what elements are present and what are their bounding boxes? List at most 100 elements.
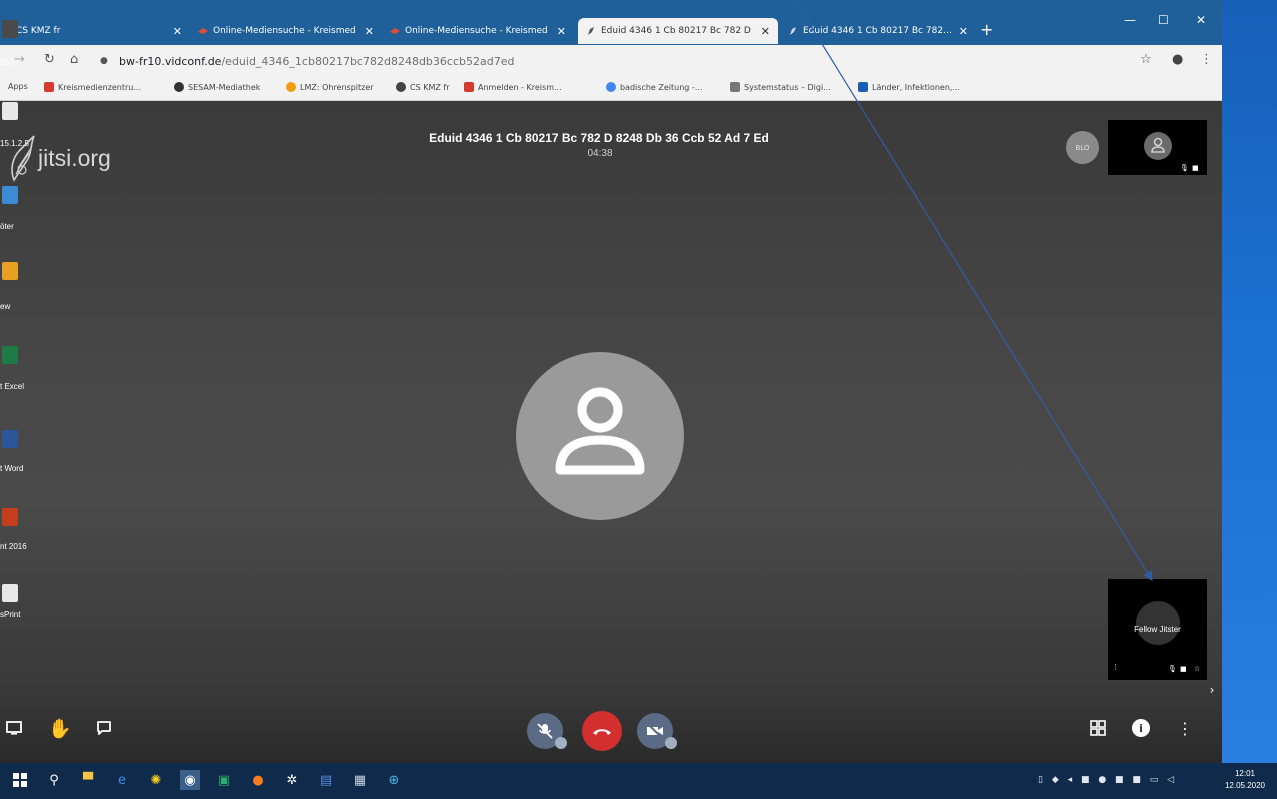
close-icon[interactable]: ✕ <box>173 25 182 38</box>
raise-hand-button[interactable]: ✋ <box>48 716 72 740</box>
more-options-icon[interactable]: ⋮ <box>1177 718 1193 738</box>
camera-settings-icon[interactable] <box>665 737 677 749</box>
bookmark-anmelden[interactable]: Anmelden - Kreism... <box>464 82 562 92</box>
screen: CS KMZ fr ✕ Online-Mediensuche - Kreisme… <box>0 0 1277 799</box>
system-tray[interactable]: ▯ ◆ ◂ ■ ● ■ ■ ▭ ◁ <box>1038 775 1177 785</box>
close-icon[interactable]: ✕ <box>761 25 770 38</box>
info-icon[interactable]: i <box>1132 719 1150 737</box>
star-icon: ☆ <box>1194 665 1201 673</box>
close-icon[interactable]: ✕ <box>365 25 374 38</box>
start-button[interactable] <box>10 770 30 790</box>
file-explorer-icon[interactable]: ▀ <box>78 770 98 790</box>
local-user-avatar[interactable]: BLO <box>1066 131 1099 164</box>
filmstrip-toggle-icon[interactable]: › <box>1206 682 1218 698</box>
bookmark-star-icon[interactable]: ☆ <box>1140 52 1152 67</box>
local-video-thumbnail[interactable]: 🎙︎ ■ <box>1108 120 1207 175</box>
room-title: Eduid 4346 1 Cb 80217 Bc 782 D 8248 Db 3… <box>429 131 769 145</box>
settings-gear-icon[interactable]: ✲ <box>282 770 302 790</box>
jitsi-favicon-icon <box>790 27 796 35</box>
desktop-app-icon <box>2 262 18 280</box>
close-icon[interactable]: ✕ <box>959 25 968 38</box>
tile-view-button[interactable] <box>1088 718 1108 738</box>
screenshare-button[interactable] <box>4 718 24 738</box>
remote-menu-icon[interactable]: ⋮ <box>1112 663 1119 671</box>
bookmark-laender[interactable]: Länder, Infektionen,... <box>858 82 960 92</box>
screenshare-icon <box>6 721 22 735</box>
globe-icon[interactable]: ⊕ <box>384 770 404 790</box>
camera-off-icon: ■ <box>1192 164 1199 172</box>
word-icon <box>2 430 18 448</box>
taskbar-clock[interactable]: 12:01 12.05.2020 <box>1216 768 1274 792</box>
tab-label: Online-Mediensuche - Kreismed <box>213 26 356 36</box>
tile-view-icon <box>1090 720 1106 736</box>
tab-eduid-2[interactable]: Eduid 4346 1 Cb 80217 Bc 782 D ✕ <box>780 18 976 44</box>
search-icon[interactable]: ⚲ <box>44 770 64 790</box>
bookmark-apps[interactable]: Apps <box>8 82 28 91</box>
desktop-background <box>1222 0 1277 763</box>
bookmark-label: Apps <box>8 82 28 91</box>
jitsi-favicon-icon <box>588 27 594 35</box>
call-timer: 04:38 <box>587 148 613 159</box>
bookmark-sesam[interactable]: SESAM-Mediathek <box>174 82 260 92</box>
tab-cs-kmz[interactable]: CS KMZ fr ✕ <box>8 18 190 44</box>
url-field[interactable]: bw-fr10.vidconf.de/eduid_4346_1cb80217bc… <box>119 55 514 68</box>
bookmark-label: SESAM-Mediathek <box>188 82 261 92</box>
camera-off-icon: ■ <box>1180 665 1187 673</box>
window-close-icon[interactable]: ✕ <box>1196 13 1206 27</box>
muted-mic-icon: 🎙︎ <box>1168 665 1177 673</box>
clock-date: 12.05.2020 <box>1224 781 1266 790</box>
mic-settings-icon[interactable] <box>555 737 567 749</box>
user-avatar-icon <box>1151 137 1165 153</box>
clock-time: 12:01 <box>1234 769 1256 778</box>
desktop-item-label: nt 2016 <box>0 542 27 551</box>
maximize-icon[interactable]: ☐ <box>1158 13 1169 27</box>
jitsi-logo-text: jitsi.org <box>38 144 111 171</box>
menu-kebab-icon[interactable]: ⋮ <box>1200 52 1213 67</box>
bookmark-systemstatus[interactable]: Systemstatus – Digi... <box>730 82 831 92</box>
bookmark-lmz[interactable]: LMZ: Ohrenspitzer <box>286 82 374 92</box>
new-tab-button[interactable]: + <box>980 20 993 39</box>
bookmark-icon <box>464 82 474 92</box>
url-host: bw-fr10.vidconf.de <box>119 55 222 68</box>
bookmark-label: LMZ: Ohrenspitzer <box>300 82 374 92</box>
tab-mediensuche-1[interactable]: Online-Mediensuche - Kreismed ✕ <box>190 18 382 44</box>
user-avatar-icon <box>555 387 645 475</box>
profile-icon[interactable]: ● <box>1172 52 1183 67</box>
firefox-icon[interactable]: ● <box>248 770 268 790</box>
desktop-app-icon <box>2 584 18 602</box>
bookmark-kreismedienzentrum[interactable]: Kreismedienzentru... <box>44 82 141 92</box>
camera-off-icon <box>647 723 663 739</box>
bookmark-icon <box>730 82 740 92</box>
thumbnail-avatar <box>1136 601 1180 645</box>
calculator-icon[interactable]: ▦ <box>350 770 370 790</box>
bookmark-label: Anmelden - Kreism... <box>478 82 562 92</box>
minimize-icon[interactable]: — <box>1124 13 1136 27</box>
desktop-app-icon <box>2 102 18 120</box>
bookmark-label: Systemstatus – Digi... <box>744 82 831 92</box>
internet-explorer-icon[interactable]: e <box>112 770 132 790</box>
desktop-item-label: sPrint <box>0 610 21 619</box>
desktop-item-label: 552 <box>0 58 14 67</box>
main-participant-avatar <box>516 352 684 520</box>
tab-eduid-active[interactable]: Eduid 4346 1 Cb 80217 Bc 782 D ✕ <box>578 18 778 44</box>
chrome-icon[interactable]: ◉ <box>180 770 200 790</box>
bookmark-icon <box>44 82 54 92</box>
bookmark-badische-zeitung[interactable]: badische Zeitung -... <box>606 82 702 92</box>
remote-video-thumbnail[interactable]: Fellow Jitster ⋮ 🎙︎ ■ ☆ <box>1108 579 1207 680</box>
bookmark-cs-kmz[interactable]: CS KMZ fr <box>396 82 449 92</box>
powerpoint-icon <box>2 508 18 526</box>
tab-label: Eduid 4346 1 Cb 80217 Bc 782 D <box>803 26 953 36</box>
participant-name: Fellow Jitster <box>1134 625 1181 634</box>
excel-icon[interactable]: ▣ <box>214 770 234 790</box>
word-icon[interactable]: ▤ <box>316 770 336 790</box>
url-path: /eduid_4346_1cb80217bc782d8248db36ccb52a… <box>221 55 515 68</box>
chat-button[interactable] <box>94 718 114 738</box>
hangup-button[interactable] <box>582 711 622 751</box>
home-icon[interactable]: ⌂ <box>70 52 78 67</box>
reload-icon[interactable]: ↻ <box>44 52 55 67</box>
desktop-item-label: t Excel <box>0 382 25 391</box>
close-icon[interactable]: ✕ <box>557 25 566 38</box>
back-icon[interactable]: → <box>14 52 25 67</box>
tab-mediensuche-2[interactable]: Online-Mediensuche - Kreismed ✕ <box>382 18 574 44</box>
app-icon[interactable]: ✺ <box>146 770 166 790</box>
